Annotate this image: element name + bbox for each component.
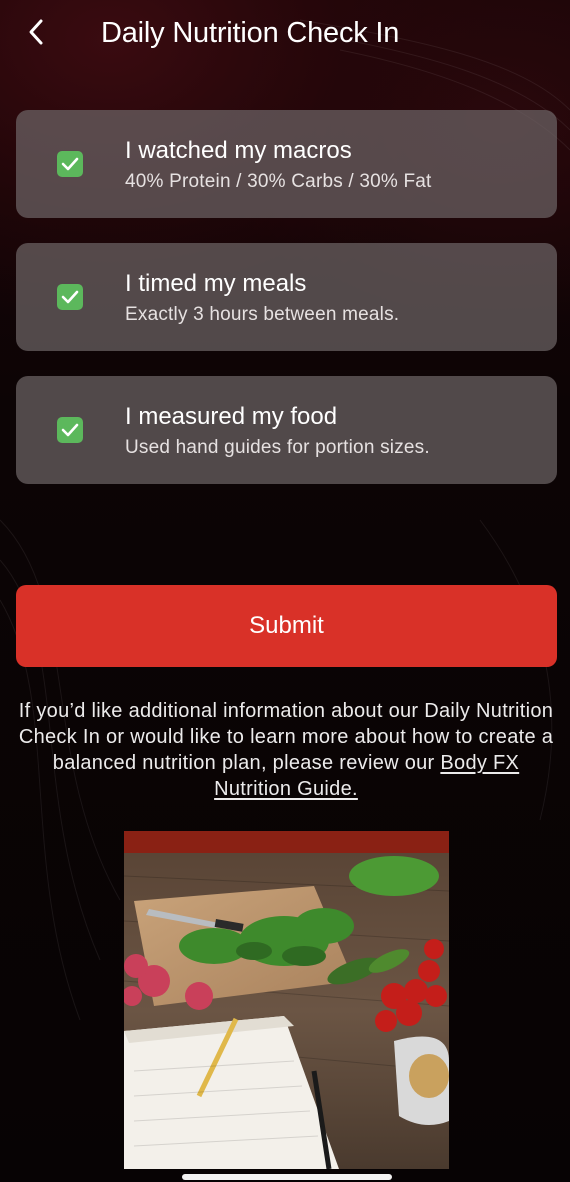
checklist-item-meal-timing[interactable]: I timed my meals Exactly 3 hours between…	[16, 243, 557, 351]
checkbox-checked[interactable]	[57, 284, 83, 310]
home-indicator	[182, 1174, 392, 1180]
checklist-item-portions[interactable]: I measured my food Used hand guides for …	[16, 376, 557, 484]
check-icon	[61, 157, 79, 171]
info-text: If you’d like additional information abo…	[14, 698, 558, 802]
checklist-item-subtitle: 40% Protein / 30% Carbs / 30% Fat	[125, 171, 432, 192]
checkbox-checked[interactable]	[57, 417, 83, 443]
checklist-item-title: I watched my macros	[125, 137, 352, 164]
checkbox-checked[interactable]	[57, 151, 83, 177]
checklist-item-title: I measured my food	[125, 403, 338, 430]
checklist-item-subtitle: Exactly 3 hours between meals.	[125, 304, 400, 325]
back-button[interactable]	[20, 14, 52, 50]
nutrition-guide-image[interactable]	[124, 831, 449, 1169]
checklist-item-title: I timed my meals	[125, 270, 307, 297]
header: Daily Nutrition Check In	[0, 0, 570, 68]
page-title: Daily Nutrition Check In	[101, 17, 400, 49]
checklist-item-subtitle: Used hand guides for portion sizes.	[125, 437, 430, 458]
check-icon	[61, 290, 79, 304]
checklist-item-macros[interactable]: I watched my macros 40% Protein / 30% Ca…	[16, 110, 557, 218]
food-prep-photo	[124, 831, 449, 1169]
submit-button[interactable]: Submit	[16, 585, 557, 667]
chevron-left-icon	[29, 19, 43, 45]
check-icon	[61, 423, 79, 437]
